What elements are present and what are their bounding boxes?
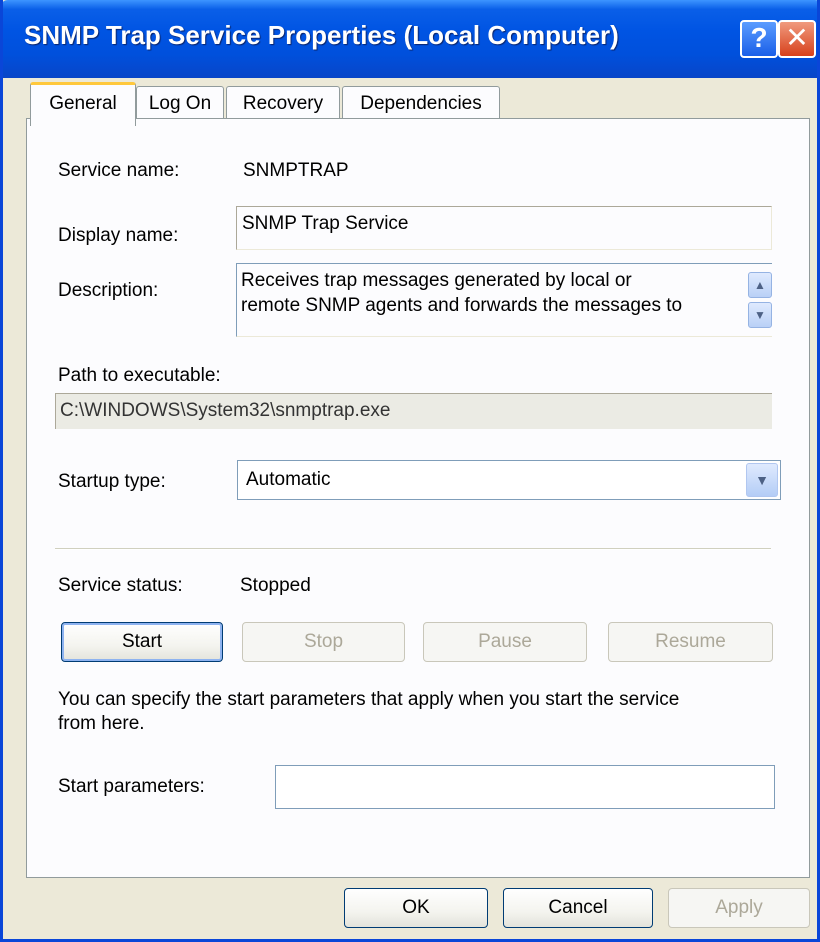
start-button[interactable]: Start: [61, 622, 223, 662]
startup-type-select[interactable]: Automatic ▼: [237, 460, 781, 500]
path-field: C:\WINDOWS\System32\snmptrap.exe: [55, 393, 772, 429]
close-icon: ✕: [785, 22, 809, 53]
resume-button[interactable]: Resume: [608, 622, 773, 662]
scroll-down-icon[interactable]: ▼: [748, 302, 772, 328]
apply-button[interactable]: Apply: [668, 888, 810, 928]
start-params-label: Start parameters:: [58, 776, 205, 797]
service-status-label: Service status:: [58, 575, 183, 596]
display-name-value: SNMP Trap Service: [242, 213, 409, 234]
cancel-button[interactable]: Cancel: [503, 888, 653, 928]
stop-button[interactable]: Stop: [242, 622, 405, 662]
close-button[interactable]: ✕: [778, 20, 816, 58]
title-bar[interactable]: SNMP Trap Service Properties (Local Comp…: [3, 0, 817, 78]
service-name-label: Service name:: [58, 160, 180, 181]
tab-recovery[interactable]: Recovery: [226, 86, 340, 122]
description-value: Receives trap messages generated by loca…: [241, 270, 683, 316]
display-name-label: Display name:: [58, 225, 179, 246]
chevron-down-icon[interactable]: ▼: [746, 463, 778, 497]
description-label: Description:: [58, 280, 159, 301]
service-name-value: SNMPTRAP: [243, 160, 349, 181]
tab-dependencies[interactable]: Dependencies: [342, 86, 500, 122]
scroll-up-icon[interactable]: ▲: [748, 272, 772, 298]
description-field[interactable]: Receives trap messages generated by loca…: [236, 263, 772, 337]
start-params-input[interactable]: [275, 765, 775, 809]
divider: [55, 548, 771, 550]
start-params-hint: You can specify the start parameters tha…: [58, 689, 680, 734]
help-button[interactable]: ?: [740, 20, 778, 58]
tab-general[interactable]: General: [30, 82, 136, 126]
startup-type-value: Automatic: [246, 469, 331, 490]
path-value: C:\WINDOWS\System32\snmptrap.exe: [60, 400, 391, 421]
window-title: SNMP Trap Service Properties (Local Comp…: [24, 20, 619, 50]
properties-dialog: SNMP Trap Service Properties (Local Comp…: [0, 0, 820, 942]
tab-log-on[interactable]: Log On: [136, 86, 224, 122]
display-name-field[interactable]: SNMP Trap Service: [236, 206, 772, 250]
ok-button[interactable]: OK: [344, 888, 488, 928]
startup-type-label: Startup type:: [58, 471, 166, 492]
service-status-value: Stopped: [240, 575, 311, 596]
path-label: Path to executable:: [58, 365, 221, 386]
pause-button[interactable]: Pause: [423, 622, 587, 662]
